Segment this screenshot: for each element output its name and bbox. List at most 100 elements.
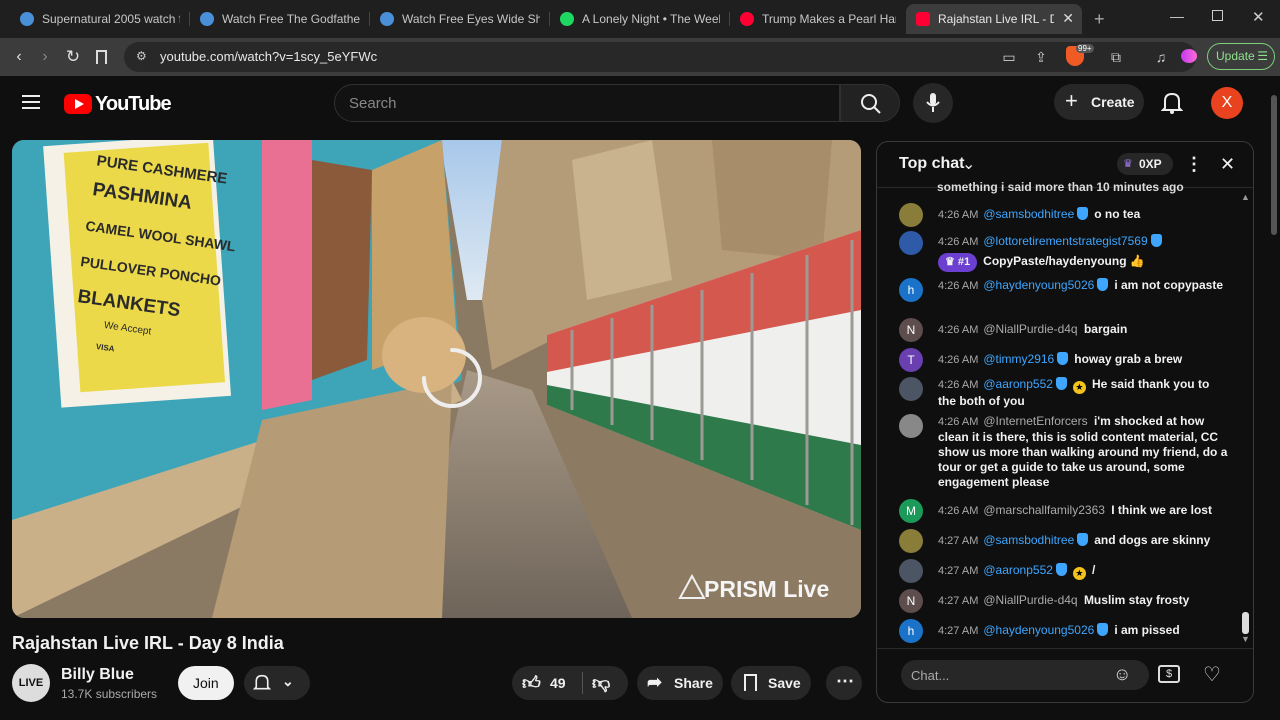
chat-message: h 4:26 AM @haydenyoung5026 i am not copypa… — [899, 278, 1229, 302]
bookmark-icon[interactable] — [96, 50, 107, 64]
like-icon[interactable]: 👍︎ — [522, 672, 541, 694]
video-player[interactable]: PURE CASHMERE PASHMINA CAMEL WOOL SHAWL … — [12, 140, 861, 618]
new-tab-icon[interactable]: + — [1094, 9, 1105, 30]
chat-mode-selector[interactable]: Top chat — [899, 155, 964, 173]
join-button[interactable]: Join — [178, 666, 234, 700]
user-avatar[interactable] — [899, 529, 923, 553]
share-page-icon[interactable]: ⇪ — [1031, 47, 1051, 67]
site-info-icon[interactable]: ⚙ — [136, 49, 147, 63]
like-count[interactable]: 49 — [550, 675, 566, 691]
forward-icon[interactable]: › — [34, 46, 56, 68]
minimize-icon[interactable]: — — [1170, 8, 1184, 24]
verified-badge-icon — [1057, 352, 1069, 365]
account-avatar[interactable]: X — [1211, 87, 1243, 119]
youtube-logo[interactable]: YouTube — [64, 92, 222, 115]
create-button[interactable]: + Create — [1054, 84, 1144, 120]
verified-badge-icon — [1077, 207, 1089, 220]
close-chat-icon[interactable]: ✕ — [1220, 154, 1235, 175]
user-avatar[interactable]: h — [899, 278, 923, 302]
message-author[interactable]: @haydenyoung5026 — [983, 623, 1094, 637]
message-author[interactable]: @NiallPurdie-d4q — [983, 593, 1077, 607]
message-author[interactable]: @samsbodhitree — [983, 533, 1074, 547]
user-avatar[interactable] — [899, 203, 923, 227]
message-time: 4:26 AM — [938, 379, 979, 391]
message-time: 4:27 AM — [938, 565, 979, 577]
heart-icon[interactable]: ♡ — [1203, 662, 1221, 687]
super-chat-icon[interactable]: $ — [1158, 665, 1180, 683]
user-avatar[interactable]: T — [899, 348, 923, 372]
message-time: 4:26 AM — [938, 236, 979, 248]
tab-title: Supernatural 2005 watch fr — [42, 12, 180, 26]
chat-input[interactable]: Chat... ☺ — [901, 660, 1149, 690]
update-button[interactable]: Update ☰ — [1207, 43, 1275, 70]
user-avatar[interactable] — [899, 231, 923, 255]
share-button[interactable]: ➦ Share — [637, 666, 723, 700]
crown-icon: ♛ — [1123, 158, 1133, 170]
user-avatar[interactable]: N — [899, 589, 923, 613]
close-tab-icon[interactable]: ✕ — [1062, 10, 1074, 27]
youtube-favicon-icon — [916, 12, 930, 26]
message-time: 4:26 AM — [938, 209, 979, 221]
message-author[interactable]: @haydenyoung5026 — [983, 278, 1094, 292]
channel-name[interactable]: Billy Blue — [61, 666, 134, 684]
maximize-icon[interactable] — [1212, 10, 1223, 21]
search-button[interactable] — [840, 84, 900, 122]
back-icon[interactable]: ‹ — [8, 46, 30, 68]
scroll-up-icon[interactable]: ▲ — [1241, 192, 1250, 202]
browser-tab[interactable]: A Lonely Night • The Week — [550, 4, 730, 34]
video-frame: PURE CASHMERE PASHMINA CAMEL WOOL SHAWL … — [12, 140, 861, 618]
media-icon[interactable]: ♫ — [1151, 47, 1171, 67]
chevron-down-icon[interactable]: ⌄ — [962, 154, 975, 174]
browser-tab[interactable]: Trump Makes a Pearl Harb — [730, 4, 906, 34]
more-actions-button[interactable]: ⋯ — [826, 666, 862, 700]
browser-tab-active[interactable]: Rajahstan Live IRL - Da ✕ — [906, 4, 1082, 34]
save-button[interactable]: Save — [731, 666, 811, 700]
rank-badge: ♛ #1 — [938, 253, 978, 272]
message-author[interactable]: @InternetEnforcers — [983, 414, 1087, 428]
more-horizontal-icon: ⋯ — [836, 671, 854, 691]
chat-scrollbar-thumb[interactable] — [1242, 612, 1249, 634]
user-avatar[interactable]: N — [899, 318, 923, 342]
message-text: bargain — [1083, 322, 1128, 336]
tab-favicon-icon — [20, 12, 34, 26]
profile-extension-icon[interactable] — [1181, 49, 1197, 63]
user-avatar[interactable] — [899, 559, 923, 583]
user-avatar[interactable] — [899, 414, 923, 438]
message-author[interactable]: @samsbodhitree — [983, 207, 1074, 221]
create-label: Create — [1091, 94, 1135, 110]
browser-tab[interactable]: Watch Free Eyes Wide Shut — [370, 4, 550, 34]
notifications-bell-icon[interactable] — [1161, 91, 1183, 115]
channel-avatar[interactable]: LIVE — [12, 664, 50, 702]
xp-badge[interactable]: ♛ 0XP — [1117, 153, 1173, 175]
message-author[interactable]: @aaronp552 — [983, 563, 1053, 577]
close-window-icon[interactable]: ✕ — [1252, 8, 1265, 26]
spotify-favicon-icon — [560, 12, 574, 26]
message-author[interactable]: @lottoretirementstrategist7569 — [983, 234, 1147, 248]
reload-icon[interactable]: ↻ — [62, 46, 84, 68]
chat-message: h 4:27 AM @haydenyoung5026 i am pissed — [899, 619, 1229, 643]
scroll-down-icon[interactable]: ▼ — [1241, 634, 1250, 644]
extensions-icon[interactable]: ⧉ — [1106, 47, 1126, 67]
cast-icon[interactable]: ▭ — [999, 47, 1019, 67]
message-author[interactable]: @marschallfamily2363 — [983, 503, 1105, 517]
user-avatar[interactable] — [899, 377, 923, 401]
voice-search-button[interactable] — [913, 83, 953, 123]
guide-menu-icon[interactable] — [22, 95, 40, 109]
emoji-icon[interactable]: ☺ — [1113, 664, 1131, 685]
url-text[interactable]: youtube.com/watch?v=1scy_5eYFWc — [160, 49, 377, 64]
search-input[interactable]: Search — [334, 84, 840, 122]
message-time: 4:27 AM — [938, 535, 979, 547]
message-author[interactable]: @aaronp552 — [983, 377, 1053, 391]
chevron-down-icon: ⌄ — [282, 673, 294, 689]
user-avatar[interactable]: M — [899, 499, 923, 523]
message-author[interactable]: @timmy2916 — [983, 352, 1054, 366]
browser-tab[interactable]: Supernatural 2005 watch fr — [10, 4, 190, 34]
dislike-icon[interactable]: 👎︎ — [592, 672, 610, 694]
message-author[interactable]: @NiallPurdie-d4q — [983, 322, 1077, 336]
tab-title: Trump Makes a Pearl Harb — [762, 12, 896, 26]
notifications-dropdown-button[interactable]: ⌄ — [244, 666, 310, 700]
browser-tab[interactable]: Watch Free The Godfather — [190, 4, 370, 34]
page-scrollbar[interactable] — [1271, 95, 1277, 235]
more-vertical-icon[interactable]: ⋮ — [1185, 154, 1203, 175]
user-avatar[interactable]: h — [899, 619, 923, 643]
